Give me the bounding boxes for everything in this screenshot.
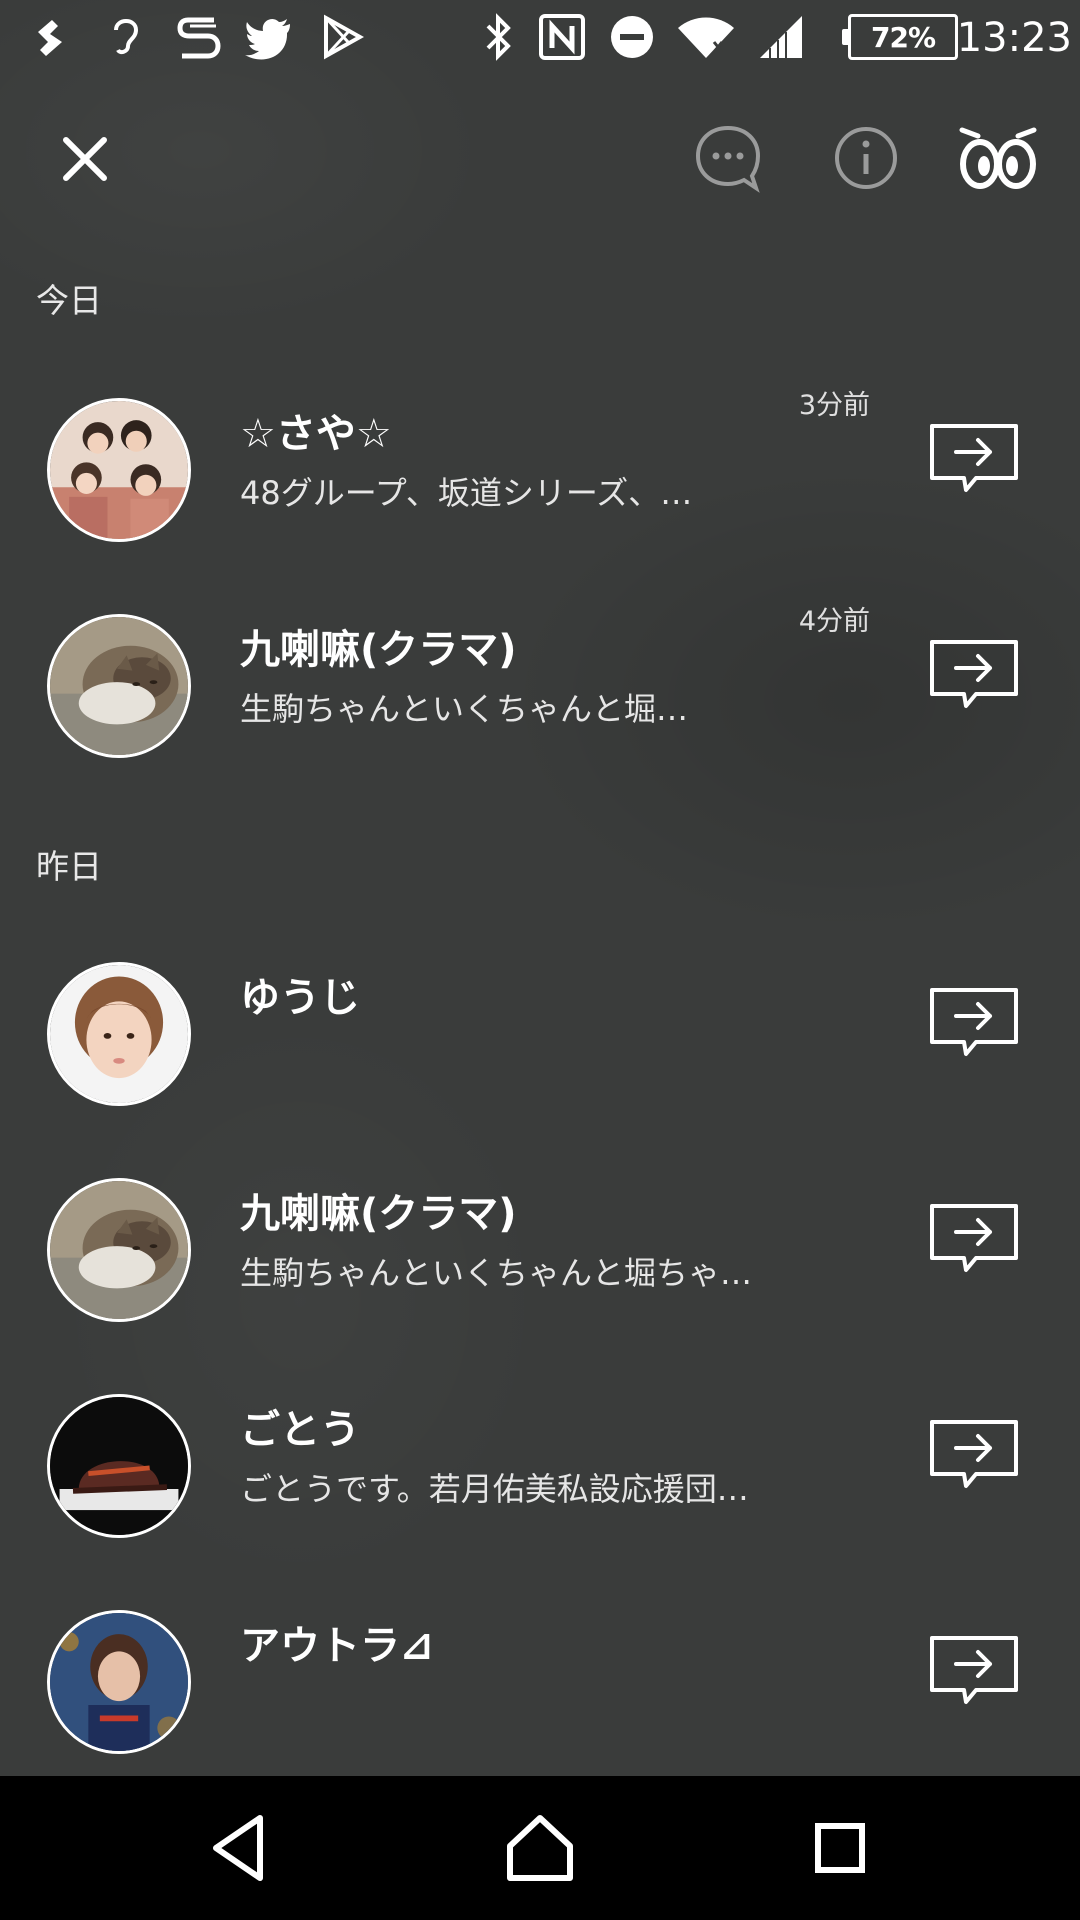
contact-name: アウトラ⊿ xyxy=(240,1623,434,1669)
close-icon xyxy=(63,137,107,181)
list-item[interactable]: 九喇嘛(クラマ) 生駒ちゃんといくちゃんと堀… 4分前 xyxy=(0,596,1080,776)
back-button[interactable] xyxy=(198,1806,282,1890)
share-forward-icon xyxy=(930,640,1018,708)
home-button[interactable] xyxy=(498,1806,582,1890)
share-forward-button[interactable] xyxy=(926,636,1022,722)
wifi-icon xyxy=(676,12,736,62)
share-forward-icon xyxy=(930,1204,1018,1272)
info-button[interactable] xyxy=(828,120,904,196)
avatar[interactable] xyxy=(47,962,191,1106)
share-forward-button[interactable] xyxy=(926,1416,1022,1502)
contact-name: ごとう xyxy=(240,1407,360,1453)
nfc-icon xyxy=(538,12,586,62)
section-header-yesterday: 昨日 xyxy=(36,847,102,886)
avatar[interactable] xyxy=(47,1610,191,1754)
share-forward-icon xyxy=(930,1636,1018,1704)
screen: 72% 13:23 今日 ☆さや☆ 48グループ、坂道シリーズ、… 3分前 九喇… xyxy=(0,0,1080,1920)
back-icon xyxy=(213,1815,263,1881)
list-item[interactable]: ゆうじ xyxy=(0,944,1080,1124)
avatar[interactable] xyxy=(47,614,191,758)
top-bar xyxy=(0,100,1080,210)
sound-icon xyxy=(32,12,72,62)
share-forward-icon xyxy=(930,424,1018,492)
message-preview: 48グループ、坂道シリーズ、… xyxy=(240,474,693,512)
signal-icon xyxy=(758,12,806,62)
avatar[interactable] xyxy=(47,1394,191,1538)
avatar[interactable] xyxy=(47,398,191,542)
clock: 13:23 xyxy=(956,15,1072,61)
message-preview: 生駒ちゃんといくちゃんと堀… xyxy=(240,690,689,728)
list-item[interactable]: ☆さや☆ 48グループ、坂道シリーズ、… 3分前 xyxy=(0,380,1080,560)
do-not-disturb-icon xyxy=(608,12,656,62)
contact-name: ゆうじ xyxy=(240,975,360,1021)
home-icon xyxy=(507,1815,573,1881)
hearing-icon xyxy=(108,12,144,62)
chat-bubble-icon xyxy=(695,125,761,193)
share-forward-button[interactable] xyxy=(926,984,1022,1070)
close-button[interactable] xyxy=(50,124,120,194)
status-bar: 72% 13:23 xyxy=(0,0,1080,76)
chat-button[interactable] xyxy=(690,120,766,196)
share-forward-button[interactable] xyxy=(926,420,1022,506)
contact-name: ☆さや☆ xyxy=(240,411,392,457)
battery-indicator: 72% xyxy=(842,14,958,60)
info-icon xyxy=(835,127,897,189)
share-forward-button[interactable] xyxy=(926,1632,1022,1718)
share-forward-button[interactable] xyxy=(926,1200,1022,1286)
navigation-bar xyxy=(0,1776,1080,1920)
recents-button[interactable] xyxy=(798,1806,882,1890)
recents-icon xyxy=(815,1823,865,1873)
section-header-today: 今日 xyxy=(36,281,102,320)
contact-name: 九喇嘛(クラマ) xyxy=(240,627,517,673)
twitter-icon xyxy=(244,12,294,62)
share-forward-icon xyxy=(930,1420,1018,1488)
timestamp: 3分前 xyxy=(798,390,870,421)
list-item[interactable]: アウトラ⊿ xyxy=(0,1592,1080,1772)
contact-name: 九喇嘛(クラマ) xyxy=(240,1191,517,1237)
message-preview: ごとうです。若月佑美私設応援団… xyxy=(240,1470,749,1508)
play-store-icon xyxy=(322,12,365,62)
bluetooth-icon xyxy=(482,12,514,62)
share-forward-icon xyxy=(930,988,1018,1056)
message-preview: 生駒ちゃんといくちゃんと堀ちゃ… xyxy=(240,1254,753,1292)
timestamp: 4分前 xyxy=(798,606,870,637)
avatar[interactable] xyxy=(47,1178,191,1322)
s-app-icon xyxy=(174,12,224,62)
eyes-button[interactable] xyxy=(956,120,1040,196)
list-item[interactable]: ごとう ごとうです。若月佑美私設応援団… xyxy=(0,1376,1080,1556)
eyes-icon xyxy=(959,127,1037,189)
list-item[interactable]: 九喇嘛(クラマ) 生駒ちゃんといくちゃんと堀ちゃ… xyxy=(0,1160,1080,1340)
